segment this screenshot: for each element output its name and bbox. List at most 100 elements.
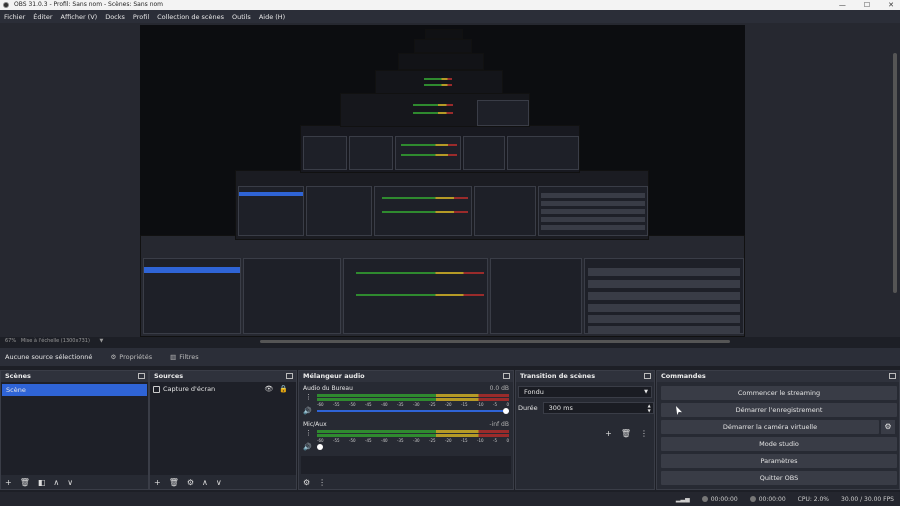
duration-input[interactable]: 300 ms ▲ ▼ [542, 402, 654, 414]
transition-select[interactable]: Fondu ▼ [518, 386, 652, 398]
add-transition-icon[interactable]: + [605, 429, 612, 438]
scale-label: Mise à l'échelle (1300x731) [20, 338, 90, 344]
preview-scrollbar-vertical[interactable] [893, 53, 897, 293]
scale-dropdown-icon[interactable]: ▼ [100, 338, 104, 344]
status-bar: ▂▃▅ 00:00:00 00:00:00 CPU: 2.0% 30.00 / … [0, 492, 900, 506]
channel-menu-icon[interactable]: ⋮ [305, 429, 312, 437]
remove-transition-icon[interactable]: 🗑 [621, 429, 631, 438]
menu-bar: Fichier Éditer Afficher (V) Docks Profil… [0, 10, 900, 23]
nested-preview-6 [398, 53, 484, 70]
volume-meter [317, 394, 509, 397]
move-down-icon[interactable]: ∨ [216, 478, 222, 487]
title-bar: OBS 31.0.3 - Profil: Sans nom - Scènes: … [0, 0, 900, 10]
scene-filters-icon[interactable]: ◧ [38, 478, 46, 487]
menu-help[interactable]: Aide (H) [259, 13, 285, 21]
spinner-icon: ▲ ▼ [647, 403, 651, 413]
minimize-button[interactable]: — [839, 0, 846, 10]
sources-dock-header: Sources [150, 371, 296, 382]
filters-button[interactable]: ▥ Filtres [170, 353, 199, 361]
nested-preview-4 [340, 93, 530, 127]
preview-scrollbar-horizontal[interactable] [260, 340, 730, 343]
preview-area[interactable] [0, 23, 900, 337]
cpu-usage: CPU: 2.0% [797, 495, 830, 503]
close-button[interactable]: ✕ [888, 0, 894, 10]
channel-menu-icon[interactable]: ⋮ [305, 393, 312, 401]
remove-scene-icon[interactable]: 🗑 [20, 478, 30, 487]
maximize-button[interactable]: ☐ [864, 0, 870, 10]
exit-button[interactable]: Quitter OBS [661, 471, 897, 485]
sources-dock: Sources Capture d'écran 👁 🔒 + 🗑 ⚙ ∧ ∨ [149, 370, 297, 490]
start-recording-button[interactable]: Démarrer l'enregistrement [661, 403, 897, 417]
volume-meter [317, 430, 509, 433]
meter-ticks: -60 -55 -50 -45 -40 -35 -30 -25 -20 -15 -10 -5 0 [317, 438, 509, 443]
mixer-menu-icon[interactable]: ⋮ [318, 478, 326, 487]
stream-status: 00:00:00 [701, 496, 738, 503]
studio-mode-button[interactable]: Mode studio [661, 437, 897, 451]
undock-icon[interactable] [138, 373, 145, 379]
scenes-list: Scène [1, 382, 148, 475]
volume-slider-handle[interactable] [317, 444, 323, 450]
start-streaming-button[interactable]: Commencer le streaming [661, 386, 897, 400]
source-item[interactable]: Capture d'écran [153, 385, 215, 393]
gear-icon: ⚙ [110, 353, 117, 361]
no-source-label: Aucune source sélectionné [5, 353, 93, 361]
lock-icon[interactable]: 🔒 [279, 385, 288, 393]
chevron-down-icon: ▼ [644, 389, 648, 395]
undock-icon[interactable] [286, 373, 293, 379]
volume-slider-handle[interactable] [503, 408, 509, 414]
controls-dock-header: Commandes [657, 371, 899, 382]
window-title: OBS 31.0.3 - Profil: Sans nom - Scènes: … [14, 1, 164, 8]
source-properties-icon[interactable]: ⚙ [187, 478, 194, 487]
nested-preview-8 [425, 29, 463, 39]
nested-preview-5 [375, 70, 503, 94]
remove-source-icon[interactable]: 🗑 [169, 478, 179, 487]
gear-icon: ⚙ [884, 422, 892, 431]
undock-icon[interactable] [644, 373, 651, 379]
transition-body: Fondu ▼ Durée 300 ms ▲ ▼ + 🗑 ⋮ [516, 382, 654, 489]
mixer-empty-area [301, 456, 511, 474]
menu-tools[interactable]: Outils [232, 13, 251, 21]
mixer-channel-desktop: Audio du Bureau 0.0 dB ⋮ -60 -55 -50 -45 -40… [303, 385, 509, 415]
virtual-camera-settings-button[interactable]: ⚙ [881, 420, 895, 434]
menu-scene-collection[interactable]: Collection de scènes [157, 13, 224, 21]
duration-label: Durée [518, 404, 538, 412]
move-down-icon[interactable]: ∨ [67, 478, 73, 487]
volume-slider[interactable] [317, 410, 509, 412]
source-toolbar: Aucune source sélectionné ⚙ Propriétés ▥ F… [0, 348, 900, 366]
undock-icon[interactable] [503, 373, 510, 379]
add-source-icon[interactable]: + [154, 478, 161, 487]
controls-dock: Commandes Commencer le streaming Démarre… [656, 370, 900, 490]
properties-button[interactable]: ⚙ Propriétés [110, 353, 152, 361]
move-up-icon[interactable]: ∧ [53, 478, 59, 487]
scenes-dock: Scènes Scène + 🗑 ◧ ∧ ∨ [0, 370, 149, 490]
menu-view[interactable]: Afficher (V) [61, 13, 98, 21]
start-virtual-camera-button[interactable]: Démarrer la caméra virtuelle [661, 420, 879, 434]
scene-item[interactable]: Scène [2, 384, 147, 396]
eye-icon[interactable]: 👁 [264, 385, 273, 393]
menu-edit[interactable]: Éditer [33, 13, 52, 21]
transition-menu-icon[interactable]: ⋮ [640, 429, 648, 438]
add-scene-icon[interactable]: + [5, 478, 12, 487]
advanced-audio-icon[interactable]: ⚙ [303, 478, 310, 487]
preview-canvas[interactable] [140, 25, 745, 337]
undock-icon[interactable] [889, 373, 896, 379]
menu-profile[interactable]: Profil [133, 13, 149, 21]
settings-button[interactable]: Paramètres [661, 454, 897, 468]
nested-preview-3 [300, 125, 580, 173]
fps-readout: 30.00 / 30.00 FPS [841, 495, 894, 503]
stream-indicator-icon [701, 496, 708, 502]
scenes-dock-header: Scènes [1, 371, 148, 382]
zoom-level: 67% [5, 338, 17, 344]
record-indicator-icon [749, 496, 756, 502]
mixer-dock-header: Mélangeur audio [299, 371, 513, 382]
speaker-icon[interactable]: 🔊 [303, 443, 312, 451]
move-up-icon[interactable]: ∧ [202, 478, 208, 487]
obs-logo-icon [3, 2, 9, 8]
volume-meter [317, 398, 509, 401]
speaker-icon[interactable]: 🔊 [303, 407, 312, 415]
monitor-icon [153, 385, 160, 393]
transition-dock-header: Transition de scènes [516, 371, 654, 382]
menu-file[interactable]: Fichier [4, 13, 25, 21]
menu-docks[interactable]: Docks [105, 13, 125, 21]
transition-dock: Transition de scènes Fondu ▼ Durée 300 ms… [515, 370, 655, 490]
